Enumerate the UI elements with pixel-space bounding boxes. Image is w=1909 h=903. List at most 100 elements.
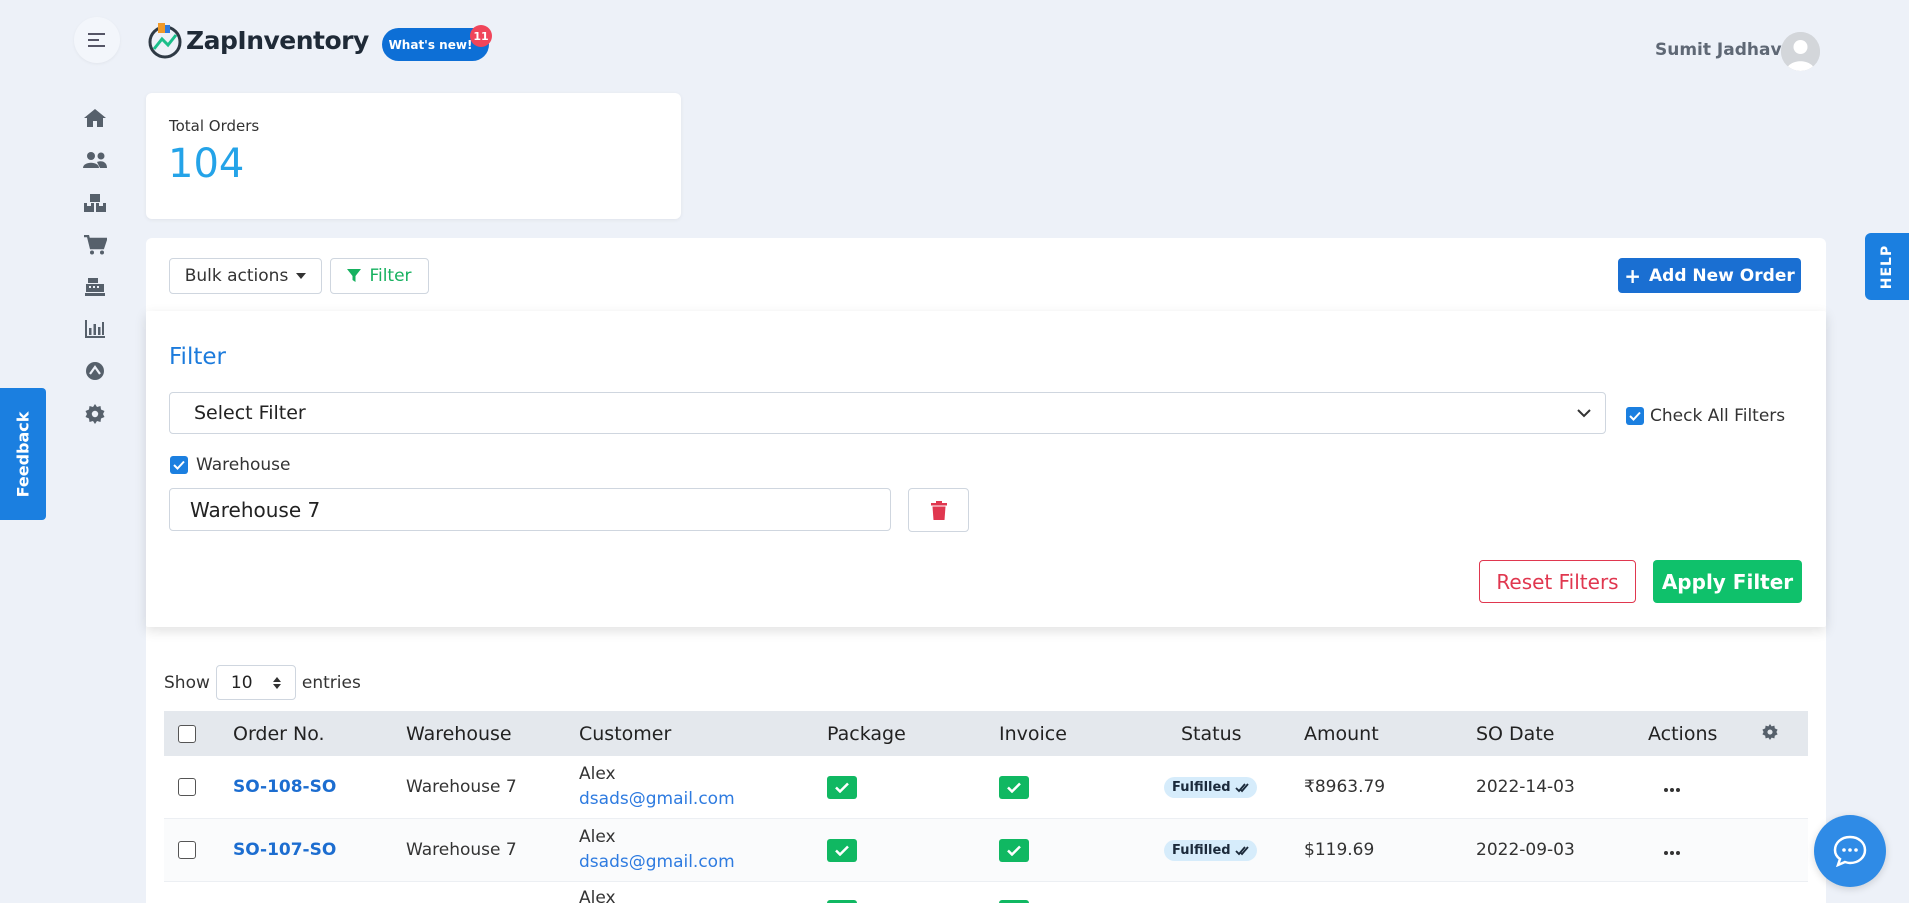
- row-actions-button[interactable]: [1664, 777, 1680, 797]
- column-header-order[interactable]: Order No.: [233, 723, 325, 745]
- customer-email-link[interactable]: dsads@gmail.com: [579, 850, 735, 875]
- entries-length-control: Show 10 entries: [164, 665, 361, 700]
- stat-label: Total Orders: [169, 117, 260, 135]
- trash-icon: [930, 500, 947, 520]
- menu-toggle-button[interactable]: [74, 17, 120, 63]
- brand-name: ZapInventory: [186, 25, 369, 55]
- order-number-link[interactable]: SO-107-SO: [233, 840, 336, 860]
- column-header-warehouse[interactable]: Warehouse: [406, 723, 512, 745]
- checkmark-icon: [835, 782, 849, 793]
- gear-icon: [85, 404, 105, 424]
- so-date-cell: 2022-09-03: [1476, 840, 1575, 860]
- checkmark-icon: [1007, 845, 1021, 856]
- column-header-amount[interactable]: Amount: [1304, 723, 1379, 745]
- package-status-check: [827, 775, 857, 799]
- select-filter-dropdown[interactable]: Select Filter: [169, 392, 1606, 434]
- bulk-actions-button[interactable]: Bulk actions: [169, 258, 322, 294]
- checkmark-icon: [835, 845, 849, 856]
- user-avatar-icon: [1781, 32, 1820, 71]
- user-name[interactable]: Sumit Jadhav: [1655, 40, 1782, 60]
- invoice-status-check: [999, 775, 1029, 799]
- integrations-icon: [86, 362, 104, 380]
- status-label: Fulfilled: [1172, 779, 1231, 795]
- filter-toggle-button[interactable]: Filter: [330, 258, 429, 294]
- status-badge: Fulfilled: [1164, 839, 1257, 861]
- sidebar-item-pos[interactable]: [82, 274, 108, 300]
- invoice-status-check: [999, 838, 1029, 862]
- checkmark-icon: [173, 460, 185, 470]
- double-check-icon: [1234, 782, 1249, 792]
- cart-icon: [84, 235, 107, 255]
- table-row[interactable]: Alex: [164, 882, 1808, 903]
- entries-select[interactable]: 10: [215, 665, 296, 700]
- row-checkbox[interactable]: [178, 841, 196, 859]
- column-header-customer[interactable]: Customer: [579, 723, 671, 745]
- more-horizontal-icon: [1664, 788, 1680, 792]
- check-all-filters[interactable]: Check All Filters: [1626, 406, 1785, 426]
- table-row[interactable]: SO-107-SO Warehouse 7 Alex dsads@gmail.c…: [164, 819, 1808, 882]
- stat-value: 104: [168, 141, 245, 187]
- warehouse-filter-label: Warehouse: [196, 455, 291, 475]
- select-all-rows-checkbox[interactable]: [178, 724, 196, 743]
- sort-arrows-icon: [272, 676, 281, 689]
- column-header-status[interactable]: Status: [1181, 723, 1242, 745]
- checkmark-icon: [1629, 411, 1641, 421]
- column-settings-button[interactable]: [1762, 723, 1778, 745]
- row-actions-button[interactable]: [1664, 840, 1680, 860]
- bulk-actions-label: Bulk actions: [184, 266, 289, 286]
- warehouse-filter-toggle[interactable]: Warehouse: [170, 455, 290, 475]
- table-row[interactable]: SO-108-SO Warehouse 7 Alex dsads@gmail.c…: [164, 756, 1808, 819]
- check-all-label: Check All Filters: [1650, 406, 1786, 426]
- plus-icon: +: [1624, 263, 1642, 288]
- row-checkbox[interactable]: [178, 778, 196, 796]
- warehouse-cell: Warehouse 7: [406, 777, 517, 797]
- warehouse-filter-input[interactable]: Warehouse 7: [169, 488, 891, 531]
- checkmark-icon: [1007, 782, 1021, 793]
- so-date-cell: 2022-14-03: [1476, 777, 1575, 797]
- caret-down-icon: [296, 273, 307, 279]
- sidebar-item-settings[interactable]: [82, 401, 108, 427]
- apply-filter-button[interactable]: Apply Filter: [1653, 560, 1802, 603]
- order-number-link[interactable]: SO-108-SO: [233, 777, 336, 797]
- sidebar-item-customers[interactable]: [82, 147, 108, 173]
- customer-name: Alex: [579, 827, 616, 847]
- customer-name: Alex: [579, 764, 616, 784]
- customer-cell: Alex dsads@gmail.com: [579, 825, 735, 875]
- sidebar-item-orders[interactable]: [82, 232, 108, 258]
- add-order-label: Add New Order: [1649, 265, 1795, 286]
- column-header-package[interactable]: Package: [827, 723, 906, 745]
- feedback-tab[interactable]: Feedback: [0, 388, 46, 520]
- gear-icon: [1762, 723, 1778, 740]
- remove-filter-button[interactable]: [908, 488, 969, 532]
- chevron-down-icon: [1577, 408, 1591, 417]
- sidebar-item-inventory[interactable]: [82, 190, 108, 216]
- whats-new-button[interactable]: What's new! 11: [382, 25, 492, 61]
- column-header-so-date[interactable]: SO Date: [1476, 723, 1554, 745]
- column-header-invoice[interactable]: Invoice: [999, 723, 1067, 745]
- sidebar-item-integrations[interactable]: [82, 358, 108, 384]
- avatar[interactable]: [1781, 32, 1820, 71]
- select-filter-value: Select Filter: [194, 402, 306, 424]
- customer-cell: Alex dsads@gmail.com: [579, 762, 735, 812]
- reset-filters-button[interactable]: Reset Filters: [1479, 560, 1636, 603]
- status-badge: Fulfilled: [1164, 776, 1257, 798]
- amount-cell: ₹8963.79: [1304, 777, 1386, 797]
- check-all-checkbox[interactable]: [1626, 407, 1644, 425]
- chat-support-button[interactable]: [1814, 815, 1886, 887]
- customer-email-link[interactable]: dsads@gmail.com: [579, 787, 735, 812]
- help-tab[interactable]: HELP: [1865, 233, 1909, 300]
- show-label: Show: [164, 672, 210, 693]
- warehouse-checkbox[interactable]: [170, 456, 188, 474]
- logo-mark-icon: [148, 23, 182, 59]
- amount-cell: $119.69: [1304, 840, 1375, 860]
- total-orders-card: Total Orders 104: [146, 93, 681, 219]
- hamburger-icon: [88, 33, 105, 47]
- table-header: Order No. Warehouse Customer Package Inv…: [164, 711, 1808, 756]
- help-label: HELP: [1879, 244, 1895, 289]
- add-new-order-button[interactable]: + Add New Order: [1618, 258, 1801, 293]
- sidebar-item-home[interactable]: [82, 105, 108, 131]
- funnel-icon: [347, 269, 362, 282]
- sidebar-item-reports[interactable]: [82, 316, 108, 342]
- brand-logo[interactable]: ZapInventory: [146, 20, 369, 60]
- whats-new-label: What's new!: [388, 37, 473, 52]
